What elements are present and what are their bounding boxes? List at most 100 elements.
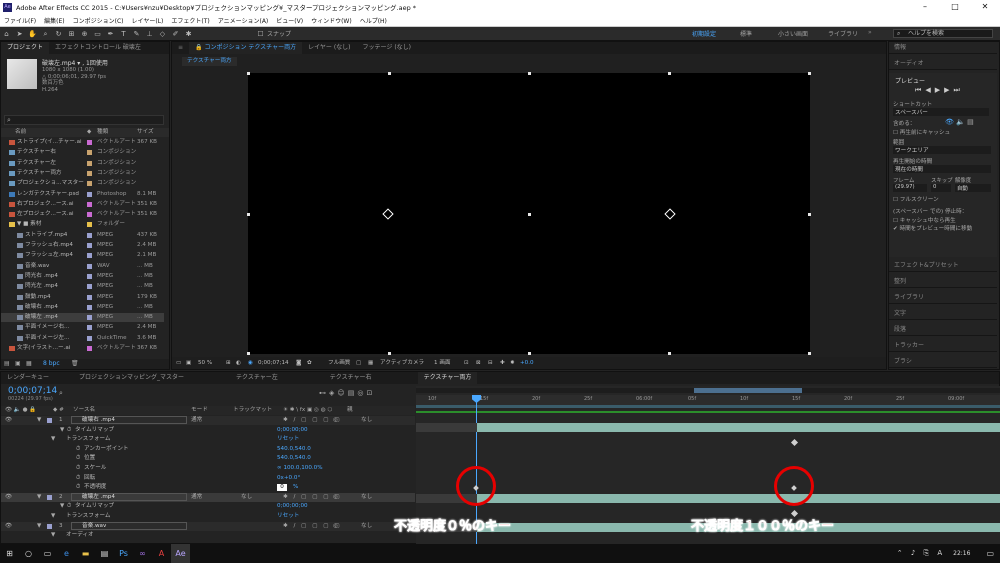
- project-search-input[interactable]: ⌕: [4, 115, 164, 125]
- time-ruler[interactable]: 10f 15f 20f 25f 06:00f 05f 10f 15f 20f 25f 09:00f: [416, 395, 1000, 405]
- label-color-icon[interactable]: [87, 191, 92, 197]
- project-item[interactable]: 鼓動.mp4 MPEG 179 KB: [1, 293, 164, 302]
- mode-select[interactable]: 通常: [191, 493, 202, 502]
- project-item[interactable]: 破壊左 .mp4 MPEG ... MB: [1, 313, 164, 322]
- property-value[interactable]: 0;00;00;00: [277, 426, 308, 435]
- column-trkmat[interactable]: トラックマット: [233, 406, 272, 415]
- maximize-button[interactable]: □: [940, 0, 970, 14]
- transform-handle[interactable]: [668, 352, 671, 355]
- property-value[interactable]: 0x+0.0°: [277, 474, 300, 483]
- file-explorer-icon[interactable]: ▬: [76, 544, 95, 563]
- timeline-tab[interactable]: プロジェクションマッピング_マスター: [73, 372, 190, 384]
- label-color-icon[interactable]: [87, 315, 92, 321]
- layer-bar-1[interactable]: [477, 423, 1000, 432]
- menu-item[interactable]: ビュー(V): [272, 16, 307, 25]
- exposure-icon[interactable]: ✚: [500, 357, 505, 369]
- project-item[interactable]: ストライプ.mp4 MPEG 437 KB: [1, 231, 164, 240]
- stopwatch-icon[interactable]: ⏱: [67, 426, 71, 435]
- parent-select[interactable]: なし: [361, 493, 372, 502]
- label-color-icon[interactable]: [87, 212, 92, 218]
- menu-item[interactable]: コンポジション(C): [69, 16, 128, 25]
- exposure-value[interactable]: +0.0: [520, 357, 534, 369]
- hand-tool-icon[interactable]: ✋: [27, 29, 38, 39]
- workspace-standard[interactable]: 標準: [740, 29, 752, 38]
- label-color-icon[interactable]: [47, 494, 52, 500]
- home-icon[interactable]: ⌂: [1, 29, 12, 39]
- label-color-icon[interactable]: [87, 150, 92, 156]
- property-row[interactable]: ▼ オーディオ: [1, 531, 415, 540]
- clone-tool-icon[interactable]: ⊥: [144, 29, 155, 39]
- project-item[interactable]: 右プロジェク...ース.ai ベクトルアート 351 KB: [1, 200, 164, 209]
- audio-panel[interactable]: オーディオ: [889, 58, 997, 70]
- menu-item[interactable]: ウィンドウ(W): [307, 16, 356, 25]
- shortcut-select[interactable]: スペースバー: [893, 108, 989, 116]
- layer-row[interactable]: 👁 ▼ 3 音楽.wav ✱ / ▢ ▢ ▢ ▢ ◎ なし: [1, 521, 415, 531]
- column-parent[interactable]: 親: [347, 406, 353, 415]
- label-color-icon[interactable]: [87, 263, 92, 269]
- visual-studio-icon[interactable]: ∞: [133, 544, 152, 563]
- range-select[interactable]: ワークエリア: [893, 146, 991, 154]
- project-item[interactable]: 閃光左 .mp4 MPEG ... MB: [1, 282, 164, 291]
- parent-pickwhip-icon[interactable]: ◎: [333, 416, 338, 425]
- fullscreen-checkbox[interactable]: ☐ フルスクリーン: [893, 195, 939, 203]
- project-item[interactable]: ストライプ(イ...チャー.ai ベクトルアート 367 KB: [1, 138, 164, 147]
- project-item[interactable]: 音楽.wav WAV ... MB: [1, 262, 164, 271]
- current-timecode[interactable]: 0;00;07;14: [258, 357, 289, 369]
- last-frame-icon[interactable]: ⏭: [953, 86, 963, 94]
- project-item[interactable]: 文字(イラスト...ー.ai ベクトルアート 367 KB: [1, 344, 164, 353]
- composition-canvas[interactable]: [247, 72, 811, 355]
- layer-name[interactable]: 破壊右 .mp4: [71, 416, 187, 424]
- store-icon[interactable]: ▤: [95, 544, 114, 563]
- fast-previews-icon[interactable]: ⊡: [464, 357, 469, 369]
- cortana-icon[interactable]: ○: [19, 544, 38, 563]
- property-row[interactable]: ▼ トランスフォーム リセット: [1, 435, 415, 444]
- label-color-icon[interactable]: [87, 284, 92, 290]
- transform-handle[interactable]: [528, 72, 531, 75]
- stopwatch-icon[interactable]: ⏱: [76, 474, 80, 483]
- label-color-icon[interactable]: [87, 181, 92, 187]
- audio-include-icon[interactable]: 🔈: [956, 118, 965, 126]
- comp-flowchart-icon[interactable]: ⊷: [319, 389, 329, 397]
- project-item[interactable]: 閃光右 .mp4 MPEG ... MB: [1, 272, 164, 281]
- trkmat-select[interactable]: なし: [241, 493, 252, 502]
- project-item[interactable]: テクスチャー右 コンポジション: [1, 148, 164, 157]
- resolution-select[interactable]: フル画質: [328, 357, 350, 369]
- menu-item[interactable]: エフェクト(T): [167, 16, 213, 25]
- after-effects-taskbar-icon[interactable]: Ae: [171, 544, 190, 563]
- label-color-icon[interactable]: [87, 170, 92, 176]
- label-color-icon[interactable]: [87, 273, 92, 279]
- label-color-icon[interactable]: [87, 253, 92, 259]
- reset-exposure-icon[interactable]: ✸: [510, 357, 515, 369]
- bpc-button[interactable]: 8 bpc: [43, 359, 60, 369]
- expand-icon[interactable]: ▼: [37, 522, 41, 531]
- camera-tool-icon[interactable]: ⊞: [66, 29, 77, 39]
- expand-icon[interactable]: ▼: [37, 416, 41, 425]
- transform-handle[interactable]: [528, 352, 531, 355]
- timeline-tab[interactable]: レンダーキュー: [1, 372, 55, 384]
- timeline-icon[interactable]: ⊠: [476, 357, 481, 369]
- menu-item[interactable]: レイヤー(L): [128, 16, 168, 25]
- property-row[interactable]: ⏱ 位置 540.0,540.0: [1, 454, 415, 463]
- property-row[interactable]: ▼ トランスフォーム リセット: [1, 512, 415, 521]
- eraser-tool-icon[interactable]: ◇: [157, 29, 168, 39]
- snap-checkbox[interactable]: ☐: [255, 29, 266, 39]
- property-value[interactable]: リセット: [277, 512, 299, 521]
- property-row[interactable]: ▼ ⏱ タイムリマップ 0;00;00;00: [1, 502, 415, 511]
- stopwatch-icon[interactable]: ⏱: [67, 502, 71, 511]
- time-navigator[interactable]: [416, 388, 1000, 393]
- channel-icon[interactable]: ✿: [307, 357, 312, 369]
- pen-tool-icon[interactable]: ✒: [105, 29, 116, 39]
- roto-tool-icon[interactable]: ✐: [170, 29, 181, 39]
- expand-icon[interactable]: ▼: [37, 493, 41, 502]
- anchor-point-icon[interactable]: [382, 208, 394, 220]
- views-select[interactable]: 1 画面: [434, 357, 451, 369]
- tab-composition[interactable]: 🔒 コンポジション テクスチャー両方: [189, 42, 303, 54]
- character-panel[interactable]: 文字: [889, 308, 997, 320]
- mask-icon[interactable]: ◐: [236, 357, 241, 369]
- tab-effect-controls[interactable]: エフェクトコントロール 破壊左: [49, 42, 147, 54]
- project-item[interactable]: フラッシュ左.mp4 MPEG 2.1 MB: [1, 251, 164, 260]
- label-color-icon[interactable]: [87, 232, 92, 238]
- label-color-icon[interactable]: [47, 523, 52, 529]
- project-item[interactable]: テクスチャー左 コンポジション: [1, 159, 164, 168]
- label-color-icon[interactable]: [47, 418, 52, 423]
